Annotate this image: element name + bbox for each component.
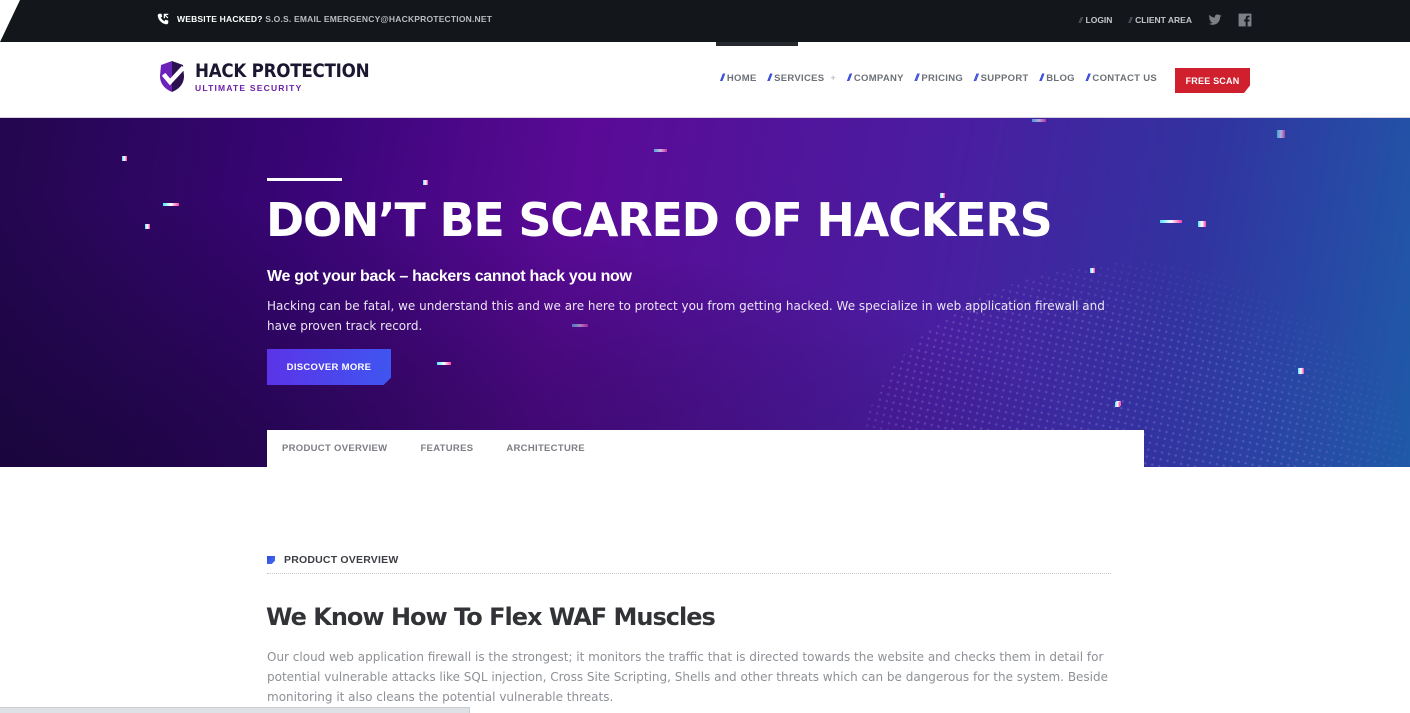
logo-tagline: ULTIMATE SECURITY (195, 83, 303, 93)
topbar-corner-notch (0, 0, 20, 42)
slash-icon: // (767, 73, 772, 84)
nav-home[interactable]: // HOME (720, 73, 756, 84)
glitch-decoration (1115, 402, 1120, 407)
nav-contact-us[interactable]: // CONTACT US (1086, 73, 1157, 84)
section-divider (267, 573, 1111, 574)
glitch-decoration (1090, 268, 1095, 273)
hero-accent-line (267, 178, 342, 181)
slash-icon: // (720, 73, 724, 84)
nav-services[interactable]: // SERVICES + (768, 73, 837, 84)
glitch-decoration (1160, 220, 1182, 223)
main-header: HACK PROTECTION ULTIMATE SECURITY // HOM… (0, 46, 1410, 118)
nav-label: COMPANY (853, 73, 904, 84)
main-nav: // HOME // SERVICES + // COMPANY // PRIC… (720, 73, 1157, 84)
slash-icon: // (974, 73, 978, 84)
browser-status-bar (0, 707, 470, 713)
slash-icon: // (847, 73, 851, 84)
plus-icon: + (830, 73, 837, 84)
hero-subtitle: We got your back – hackers cannot hack y… (267, 268, 632, 285)
nav-label: HOME (726, 73, 757, 84)
discover-more-button[interactable]: DISCOVER MORE (267, 349, 391, 385)
topbar-links: // LOGIN // CLIENT AREA (1079, 13, 1252, 27)
client-area-link[interactable]: // CLIENT AREA (1128, 15, 1192, 25)
slash-icon: // (1085, 73, 1090, 84)
logo[interactable]: HACK PROTECTION ULTIMATE SECURITY (157, 60, 393, 94)
glitch-decoration (654, 149, 667, 152)
glitch-decoration (437, 362, 451, 365)
slash-divider: // (1128, 15, 1132, 25)
nav-company[interactable]: // COMPANY (847, 73, 904, 84)
top-bar: WEBSITE HACKED? S.O.S. EMAIL EMERGENCY@H… (0, 0, 1410, 42)
emergency-notice: WEBSITE HACKED? S.O.S. EMAIL EMERGENCY@H… (157, 13, 492, 25)
glitch-decoration (1298, 368, 1304, 374)
hero-banner: DON’T BE SCARED OF HACKERS We got your b… (0, 118, 1410, 467)
glitch-decoration (1277, 130, 1285, 138)
nav-label: BLOG (1046, 73, 1075, 84)
login-link[interactable]: // LOGIN (1079, 15, 1113, 25)
section-marker-icon (267, 556, 275, 564)
hero-title: DON’T BE SCARED OF HACKERS (266, 193, 1053, 247)
nav-label: SERVICES (774, 73, 825, 84)
section-label-text: PRODUCT OVERVIEW (284, 554, 399, 566)
twitter-icon[interactable] (1208, 13, 1222, 27)
slash-icon: // (914, 73, 919, 84)
free-scan-button[interactable]: FREE SCAN (1175, 68, 1250, 93)
glitch-decoration (423, 180, 428, 185)
glitch-decoration (122, 156, 127, 161)
glitch-decoration (163, 203, 179, 206)
nav-label: SUPPORT (980, 73, 1029, 84)
emergency-email-link[interactable]: S.O.S. EMAIL EMERGENCY@HACKPROTECTION.NE… (265, 14, 492, 24)
slash-icon: // (1039, 73, 1044, 84)
hero-description: Hacking can be fatal, we understand this… (267, 299, 1105, 333)
nav-label: CONTACT US (1092, 73, 1157, 84)
logo-name: HACK PROTECTION (195, 60, 370, 82)
glitch-decoration (1198, 221, 1206, 227)
tab-features[interactable]: FEATURES (420, 443, 473, 454)
section-title: We Know How To Flex WAF Muscles (266, 603, 716, 631)
nav-pricing[interactable]: // PRICING (915, 73, 963, 84)
shield-check-icon (160, 61, 186, 92)
tab-product-overview[interactable]: PRODUCT OVERVIEW (282, 443, 387, 454)
glitch-decoration (1032, 119, 1046, 122)
phone-icon (157, 13, 169, 25)
tab-architecture[interactable]: ARCHITECTURE (506, 443, 585, 454)
slash-divider: // (1078, 15, 1083, 25)
nav-blog[interactable]: // BLOG (1040, 73, 1075, 84)
nav-support[interactable]: // SUPPORT (974, 73, 1029, 84)
login-label: LOGIN (1085, 15, 1113, 25)
glitch-decoration (145, 224, 150, 229)
section-body: Our cloud web application firewall is th… (267, 650, 1109, 704)
alert-heading: WEBSITE HACKED? (177, 14, 263, 24)
nav-label: PRICING (921, 73, 964, 84)
facebook-icon[interactable] (1238, 13, 1252, 27)
section-label: PRODUCT OVERVIEW (267, 554, 398, 566)
product-tabs: PRODUCT OVERVIEW FEATURES ARCHITECTURE (267, 430, 1144, 467)
client-area-label: CLIENT AREA (1135, 15, 1192, 25)
